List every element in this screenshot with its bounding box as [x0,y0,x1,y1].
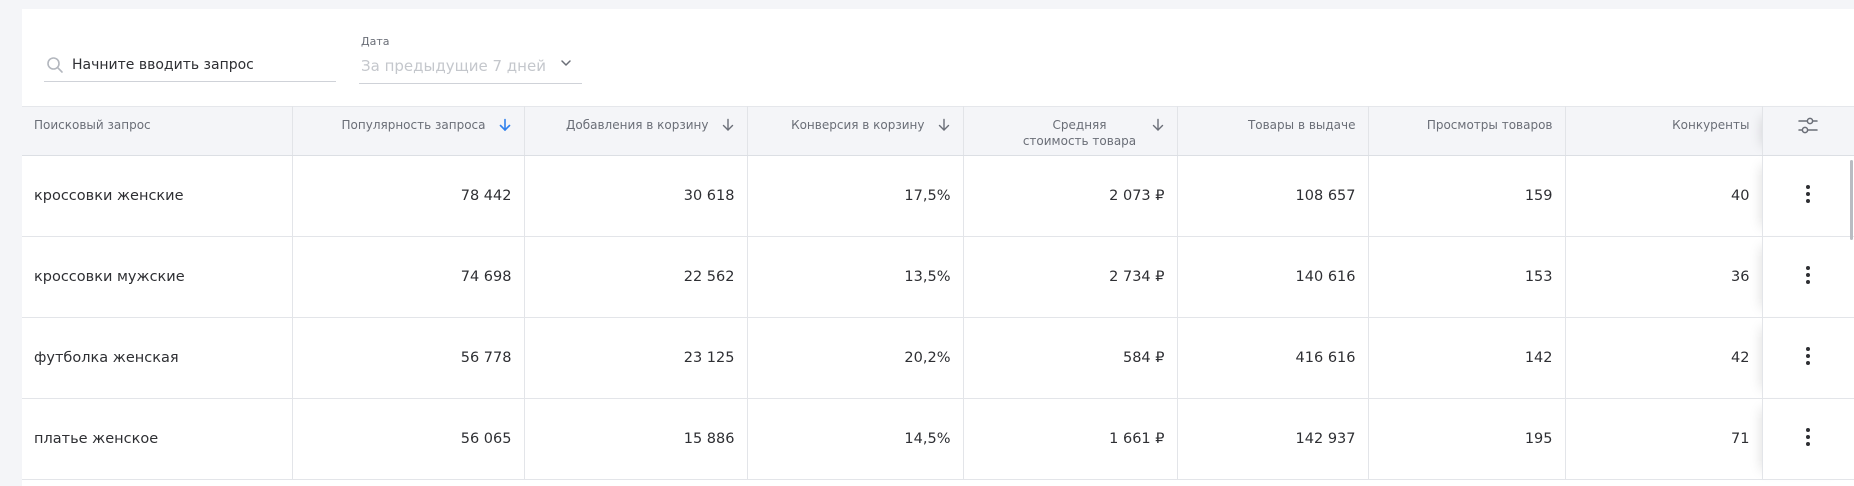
search-icon [47,57,63,73]
row-menu-button[interactable] [1761,236,1854,318]
column-header-popularity[interactable]: Популярность запроса [292,106,525,156]
cell-items-in-results: 416 616 [1177,317,1369,399]
cell-cart-adds: 23 125 [524,317,748,399]
queries-table: Поисковый запрос Популярность запроса До… [22,106,1854,480]
row-menu-button[interactable] [1761,398,1854,480]
column-header-label: Просмотры товаров [1426,118,1553,132]
cell-avg-price: 584 ₽ [963,317,1178,399]
cell-popularity: 56 065 [292,398,525,480]
table-row[interactable]: кроссовки женские 78 442 30 618 17,5% 2 … [22,155,1854,237]
cell-popularity: 74 698 [292,236,525,318]
column-header-label: Конкуренты [1672,118,1750,132]
more-vertical-icon[interactable] [1805,427,1811,447]
table-row[interactable]: кроссовки мужские 74 698 22 562 13,5% 2 … [22,236,1854,318]
column-header-label: Добавления в корзину [566,118,709,132]
cell-cart-conversion: 13,5% [747,236,964,318]
cell-competitors: 71 [1565,398,1762,480]
date-value: За предыдущие 7 дней [361,57,546,75]
cell-query: кроссовки женские [22,155,293,237]
cell-avg-price: 2 073 ₽ [963,155,1178,237]
column-header-avg-price[interactable]: Средняя стоимость товара [963,106,1178,156]
date-select[interactable]: Дата За предыдущие 7 дней [359,34,582,84]
cell-avg-price: 1 661 ₽ [963,398,1178,480]
column-header-item-views[interactable]: Просмотры товаров [1368,106,1566,156]
column-header-items-in-results[interactable]: Товары в выдаче [1177,106,1369,156]
search-input[interactable] [72,52,330,78]
cell-item-views: 153 [1368,236,1566,318]
column-header-cart-adds[interactable]: Добавления в корзину [524,106,748,156]
cell-cart-adds: 15 886 [524,398,748,480]
date-label: Дата [361,35,390,48]
table-header-row: Поисковый запрос Популярность запроса До… [22,106,1854,156]
more-vertical-icon[interactable] [1805,346,1811,366]
cell-items-in-results: 142 937 [1177,398,1369,480]
cell-cart-conversion: 20,2% [747,317,964,399]
table-row[interactable]: платье женское 56 065 15 886 14,5% 1 661… [22,398,1854,480]
sort-desc-icon[interactable] [1151,118,1165,132]
cell-items-in-results: 108 657 [1177,155,1369,237]
cell-item-views: 195 [1368,398,1566,480]
cell-items-in-results: 140 616 [1177,236,1369,318]
column-header-label: Популярность запроса [341,118,486,132]
cell-cart-conversion: 17,5% [747,155,964,237]
cell-popularity: 56 778 [292,317,525,399]
column-header-competitors[interactable]: Конкуренты [1565,106,1763,156]
cell-cart-adds: 22 562 [524,236,748,318]
column-header-label: Товары в выдаче [1247,118,1356,132]
cell-query: кроссовки мужские [22,236,293,318]
sliders-icon[interactable] [1797,115,1819,137]
column-header-label: Конверсия в корзину [791,118,925,132]
row-menu-button[interactable] [1761,155,1854,237]
sort-desc-active-icon[interactable] [498,118,512,132]
column-header-label: Средняя стоимость товара [1022,118,1137,148]
cell-popularity: 78 442 [292,155,525,237]
column-header-query[interactable]: Поисковый запрос [22,106,293,156]
cell-competitors: 36 [1565,236,1762,318]
cell-query: футболка женская [22,317,293,399]
row-menu-button[interactable] [1761,317,1854,399]
cell-competitors: 42 [1565,317,1762,399]
sort-desc-icon[interactable] [721,118,735,132]
cell-item-views: 159 [1368,155,1566,237]
more-vertical-icon[interactable] [1805,184,1811,204]
cell-competitors: 40 [1565,155,1762,237]
cell-avg-price: 2 734 ₽ [963,236,1178,318]
column-header-cart-conversion[interactable]: Конверсия в корзину [747,106,964,156]
table-row[interactable]: футболка женская 56 778 23 125 20,2% 584… [22,317,1854,399]
cell-item-views: 142 [1368,317,1566,399]
vertical-scrollbar[interactable] [1850,160,1853,240]
more-vertical-icon[interactable] [1805,265,1811,285]
column-settings-button[interactable] [1761,106,1854,156]
chevron-down-icon [561,60,571,66]
cell-cart-conversion: 14,5% [747,398,964,480]
cell-cart-adds: 30 618 [524,155,748,237]
column-header-label: Поисковый запрос [34,118,151,132]
search-field[interactable] [44,50,336,82]
cell-query: платье женское [22,398,293,480]
sort-desc-icon[interactable] [937,118,951,132]
